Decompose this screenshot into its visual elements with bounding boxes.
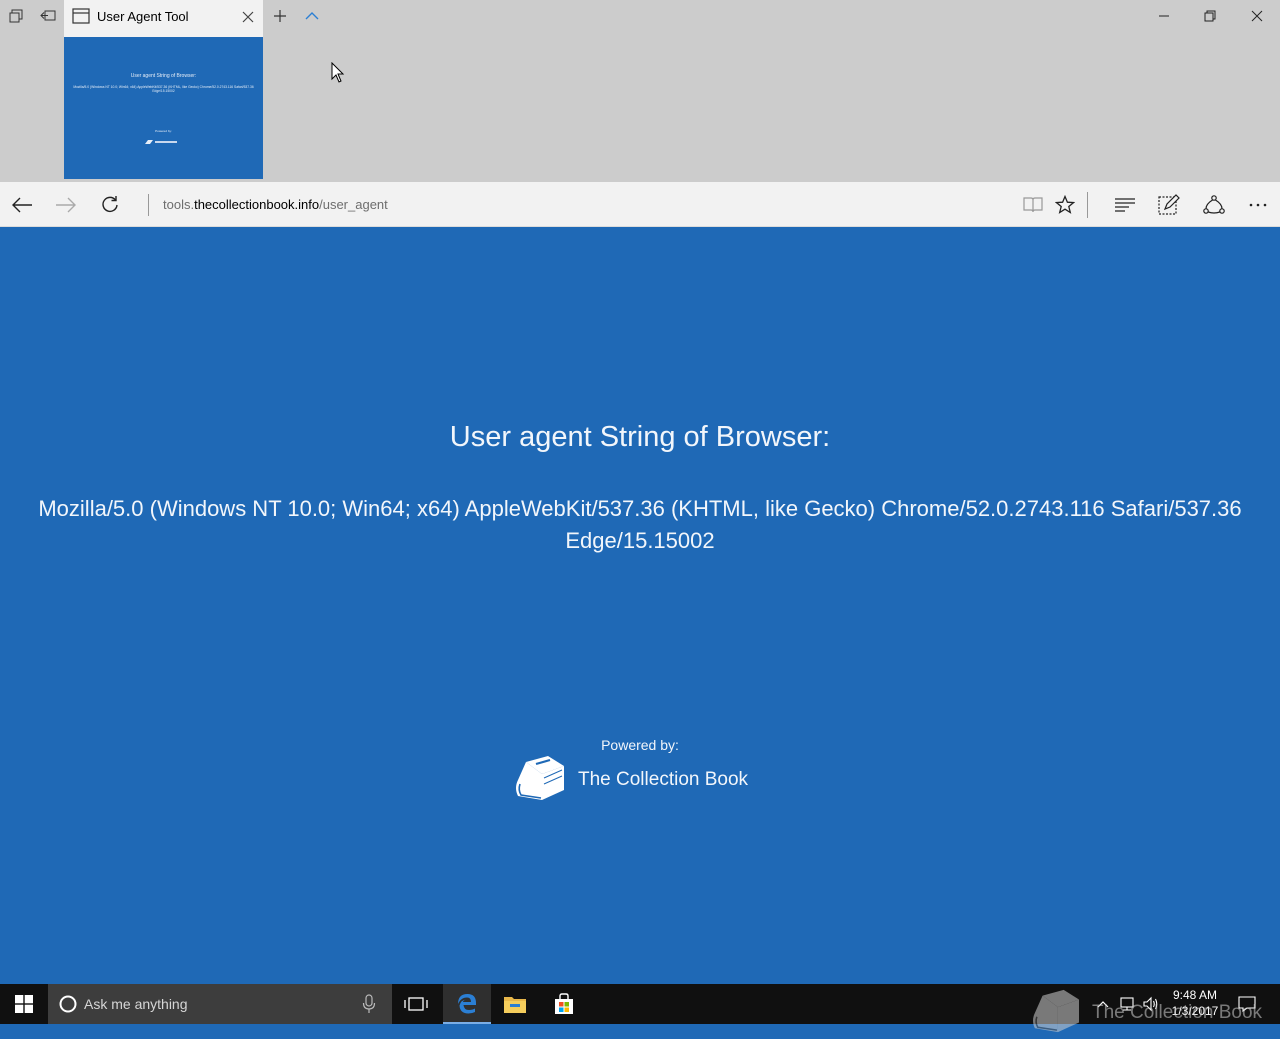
search-placeholder: Ask me anything: [84, 996, 188, 1012]
address-bar: tools.thecollectionbook.info/user_agent: [0, 182, 1280, 227]
tab-manager-icon[interactable]: [4, 4, 28, 28]
toolbar-separator: [1087, 192, 1088, 218]
edge-browser-taskbar-icon[interactable]: [443, 984, 491, 1024]
page-icon: [72, 8, 90, 29]
brand-name: The Collection Book: [578, 769, 749, 790]
address-separator: [148, 194, 149, 216]
tab-preview-thumbnail[interactable]: User agent String of Browser: Mozilla/5.…: [64, 34, 263, 179]
url-domain: thecollectionbook.info: [194, 197, 320, 212]
tab-bar: User Agent Tool User agent String of Bro…: [0, 0, 1280, 182]
hub-icon[interactable]: [1111, 192, 1139, 218]
user-agent-line-1: Mozilla/5.0 (Windows NT 10.0; Win64; x64…: [38, 496, 1242, 521]
web-note-icon[interactable]: [1155, 192, 1183, 218]
new-tab-icon[interactable]: [268, 4, 292, 28]
tab-title: User Agent Tool: [97, 9, 189, 24]
url-field[interactable]: tools.thecollectionbook.info/user_agent: [163, 197, 388, 212]
page-heading: User agent String of Browser:: [449, 421, 831, 453]
mouse-cursor-icon: [331, 61, 345, 89]
active-tab[interactable]: User Agent Tool: [64, 0, 263, 34]
store-taskbar-icon[interactable]: [540, 984, 588, 1024]
preview-heading: User agent String of Browser:: [130, 73, 197, 79]
user-agent-line-2: Edge/15.15002: [565, 528, 715, 553]
watermark-text: The Collection Book: [1092, 1002, 1263, 1023]
reading-view-icon[interactable]: [1019, 192, 1047, 218]
cortana-search-box[interactable]: Ask me anything: [48, 984, 392, 1024]
powered-by-label: Powered by:: [601, 737, 679, 753]
user-agent-string: Mozilla/5.0 (Windows NT 10.0; Win64; x64…: [28, 493, 1252, 557]
restore-button[interactable]: [1187, 4, 1233, 28]
cortana-icon: [58, 994, 78, 1019]
microphone-icon[interactable]: [362, 994, 376, 1019]
share-icon[interactable]: [1200, 192, 1228, 218]
task-view-button[interactable]: [392, 984, 440, 1024]
minimize-button[interactable]: [1141, 4, 1187, 28]
more-options-icon[interactable]: [1244, 192, 1272, 218]
close-tab-icon[interactable]: [239, 8, 257, 26]
hide-previews-chevron-up-icon[interactable]: [300, 4, 324, 28]
favorite-star-icon[interactable]: [1051, 192, 1079, 218]
forward-button[interactable]: [53, 192, 79, 218]
url-path: /user_agent: [319, 197, 388, 212]
url-subdomain: tools.: [163, 197, 195, 212]
book-icon: [514, 754, 566, 807]
start-button[interactable]: [0, 984, 48, 1024]
back-button[interactable]: [9, 192, 35, 218]
page-content: User agent String of Browser: Mozilla/5.…: [0, 227, 1280, 984]
set-aside-tabs-icon[interactable]: [36, 4, 60, 28]
refresh-button[interactable]: [97, 192, 123, 218]
brand-link[interactable]: The Collection Book: [514, 755, 748, 805]
watermark-book-icon: [1030, 988, 1082, 1039]
close-window-button[interactable]: [1234, 4, 1280, 28]
preview-ua-text: Mozilla/5.0 (Windows NT 10.0; Win64; x64…: [73, 85, 254, 93]
preview-book-icon: [144, 133, 180, 151]
watermark: The Collection Book: [1030, 988, 1263, 1039]
file-explorer-taskbar-icon[interactable]: [491, 984, 539, 1024]
